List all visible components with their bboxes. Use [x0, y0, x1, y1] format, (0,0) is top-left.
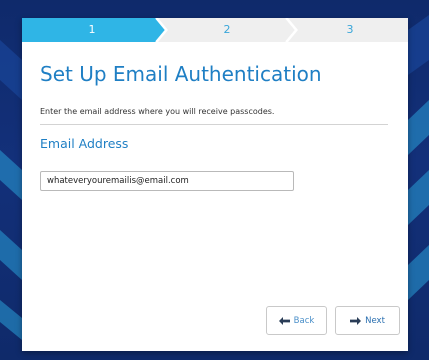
email-address-label: Email Address	[40, 136, 129, 151]
arrow-right-icon	[350, 316, 362, 325]
step-3-label: 3	[346, 23, 354, 36]
next-label: Next	[365, 315, 385, 326]
wizard-card: 1 2 3 Set Up Email Authentication Enter …	[22, 18, 408, 351]
page-title: Set Up Email Authentication	[40, 62, 322, 86]
step-2-label: 2	[223, 23, 231, 36]
step-1-label: 1	[88, 23, 96, 36]
arrow-left-icon	[278, 316, 290, 325]
email-field[interactable]	[40, 171, 294, 191]
divider	[40, 124, 388, 125]
instruction-text: Enter the email address where you will r…	[40, 107, 275, 116]
back-label: Back	[293, 315, 315, 326]
next-button[interactable]: Next	[335, 306, 400, 335]
back-button[interactable]: Back	[266, 306, 327, 335]
